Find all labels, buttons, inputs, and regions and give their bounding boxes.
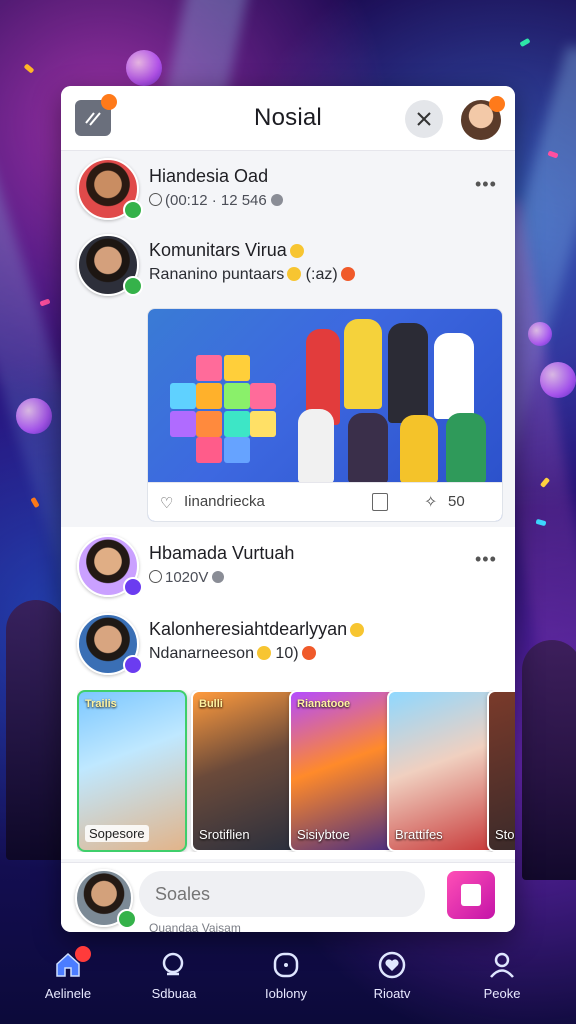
nav-home[interactable]: Aelinele	[20, 946, 116, 1001]
image-action-bar: ♡ Iinandriecka ✧ 50	[148, 482, 502, 521]
story-card[interactable]: Stor	[487, 690, 515, 852]
story-label: Stor	[495, 827, 515, 842]
online-status-badge	[117, 909, 137, 929]
profile-icon	[487, 950, 517, 980]
nav-label: Rioatv	[373, 986, 411, 1001]
smile-emoji-icon	[256, 646, 271, 660]
group-photo	[292, 309, 502, 483]
heart-icon	[377, 950, 407, 980]
smile-emoji-icon	[287, 267, 302, 281]
home-icon	[53, 946, 91, 980]
post-author: Kalonheresiahtdearlyyan	[149, 619, 365, 640]
stories-row: Trailis Sopesore Bulli Srotiflien Rianat…	[77, 690, 515, 852]
compose-icon	[461, 884, 481, 906]
post-author: Komunitars Virua	[149, 240, 304, 261]
nav-profile[interactable]: Peoke	[454, 950, 550, 1001]
nav-label: Sdbuaa	[151, 986, 197, 1001]
clock-icon	[149, 570, 162, 583]
composer-subtext: Quandaa Vaisam	[149, 921, 241, 932]
post-meta-text: (00:12 · 12 546	[165, 192, 267, 209]
post-meta: 1020V	[149, 569, 228, 586]
nav-activity[interactable]: Rioatv	[344, 950, 440, 1001]
bottom-navigation: Aelinele Sdbuaa Ioblony Rioatv Peoke	[0, 944, 576, 1024]
nav-label: Aelinele	[44, 986, 92, 1001]
story-card[interactable]: Brattifes	[387, 690, 497, 852]
story-tag: Trailis	[85, 698, 117, 710]
close-button[interactable]	[405, 100, 443, 138]
post-author[interactable]: Hiandesia Oad	[149, 166, 268, 187]
image-caption: Iinandriecka	[184, 493, 265, 510]
nav-label: Ioblony	[265, 986, 307, 1001]
globe-icon	[270, 194, 283, 206]
online-status-badge	[123, 200, 143, 220]
post-text: Ndanarneeson 10)	[149, 645, 316, 663]
feed-panel: Nosial Hiandesia Oad (00:12 · 12 546 •••…	[61, 86, 515, 932]
post-text-suffix: (:az)	[305, 266, 338, 283]
post-text-content: Ndanarneeson	[149, 645, 254, 662]
more-options-button[interactable]: •••	[475, 549, 497, 570]
more-options-button[interactable]: •••	[475, 174, 497, 195]
composer-bar: Quandaa Vaisam	[61, 862, 515, 932]
story-label: Brattifes	[395, 827, 443, 842]
app-title: Nosial	[254, 104, 322, 131]
angry-emoji-icon	[340, 267, 355, 281]
globe-icon	[212, 571, 225, 583]
profile-avatar[interactable]	[459, 96, 505, 142]
story-card[interactable]: Bulli Srotiflien	[191, 690, 301, 852]
cube-graphic	[166, 349, 276, 463]
online-status-badge	[123, 276, 143, 296]
close-icon	[417, 112, 431, 126]
verified-badge	[123, 655, 143, 675]
nav-badge	[75, 946, 91, 962]
story-tag: Bulli	[199, 698, 223, 710]
post-meta: (00:12 · 12 546	[149, 192, 287, 209]
post-text: Rananino puntaars (:az)	[149, 266, 355, 284]
profile-badge	[489, 96, 505, 112]
sparkle-icon[interactable]: ✧	[424, 492, 437, 512]
story-label: Srotiflien	[199, 827, 250, 842]
post-author-name[interactable]: Komunitars Virua	[149, 240, 287, 260]
smile-emoji-icon	[289, 244, 304, 258]
story-card[interactable]: Rianatooe Sisiybtoe	[289, 690, 399, 852]
library-icon	[271, 950, 301, 980]
nav-label: Peoke	[483, 986, 521, 1001]
post-text-suffix: 10)	[275, 645, 299, 662]
feed-section: Hbamada Vurtuah 1020V ••• Kalonheresiaht…	[61, 527, 515, 859]
like-icon[interactable]: ♡	[160, 494, 173, 512]
post-meta-text: 1020V	[165, 569, 209, 586]
search-icon	[159, 950, 189, 980]
share-icon[interactable]	[372, 493, 388, 511]
verified-badge	[123, 577, 143, 597]
nav-library[interactable]: Ioblony	[238, 950, 334, 1001]
story-label: Sopesore	[85, 825, 149, 842]
clock-icon	[149, 193, 162, 206]
story-label: Sisiybtoe	[297, 827, 350, 842]
post-author[interactable]: Hbamada Vurtuah	[149, 543, 294, 564]
story-card[interactable]: Trailis Sopesore	[77, 690, 187, 852]
post-image[interactable]: ♡ Iinandriecka ✧ 50	[147, 308, 503, 522]
story-tag: Rianatooe	[297, 698, 351, 710]
smile-emoji-icon	[350, 623, 365, 637]
reaction-count: 50	[448, 493, 465, 510]
post-text-content: Rananino puntaars	[149, 266, 285, 283]
angry-emoji-icon	[301, 646, 316, 660]
app-header: Nosial	[61, 86, 515, 151]
composer-input[interactable]	[139, 871, 425, 917]
compose-button[interactable]	[447, 871, 495, 919]
post-author-name[interactable]: Kalonheresiahtdearlyyan	[149, 619, 347, 639]
nav-search[interactable]: Sdbuaa	[126, 950, 222, 1001]
